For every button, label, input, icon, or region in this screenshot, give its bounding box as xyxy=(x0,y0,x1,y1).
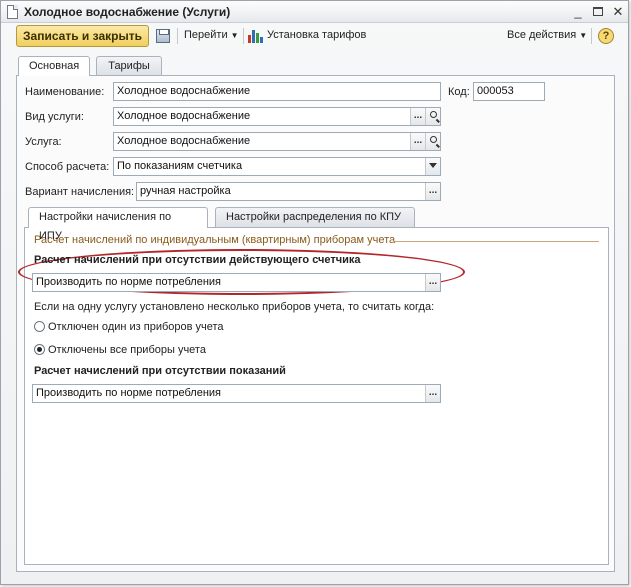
radio-one-meter-off[interactable] xyxy=(34,321,45,332)
search-icon[interactable] xyxy=(425,108,440,125)
ellipsis-icon[interactable] xyxy=(425,183,440,200)
code-label: Код: xyxy=(448,86,470,98)
code-field[interactable]: 000053 xyxy=(473,82,545,101)
toolbar-separator xyxy=(591,28,592,44)
tab-kpu-distribution[interactable]: Настройки распределения по КПУ xyxy=(215,207,415,227)
no-meter-field[interactable]: Производить по норме потребления xyxy=(32,273,441,292)
name-label: Наименование: xyxy=(25,86,105,98)
chart-icon xyxy=(248,29,263,43)
group-divider xyxy=(393,241,599,242)
ellipsis-icon[interactable] xyxy=(425,385,440,402)
dropdown-arrow-icon[interactable] xyxy=(425,158,440,175)
chevron-down-icon: ▼ xyxy=(230,31,239,40)
tab-ipu-settings[interactable]: Настройки начисления по ИПУ xyxy=(28,207,208,242)
service-type-field[interactable]: Холодное водоснабжение xyxy=(113,107,441,126)
ipu-group-title: Расчет начислений по индивидуальным (ква… xyxy=(34,234,396,246)
service-type-select-button[interactable] xyxy=(410,108,425,125)
document-icon xyxy=(7,5,18,19)
toolbar: Записать и закрыть Перейти ▼ Установка та… xyxy=(1,23,628,49)
radio-all-meters-off[interactable] xyxy=(34,344,45,355)
help-icon[interactable]: ? xyxy=(598,28,614,44)
maximize-icon xyxy=(593,7,603,16)
service-field[interactable]: Холодное водоснабжение xyxy=(113,132,441,151)
service-value: Холодное водоснабжение xyxy=(117,135,251,147)
calc-method-label: Способ расчета: xyxy=(25,161,110,173)
name-field[interactable]: Холодное водоснабжение xyxy=(113,82,441,101)
calc-method-select[interactable]: По показаниям счетчика xyxy=(113,157,441,176)
minimize-button[interactable]: _ xyxy=(571,5,585,19)
all-actions-menu[interactable]: Все действия ▼ xyxy=(507,29,587,41)
toolbar-separator xyxy=(177,28,178,44)
code-value: 000053 xyxy=(477,85,514,97)
chevron-down-icon: ▼ xyxy=(579,31,588,40)
main-tabs: Основная Тарифы xyxy=(1,56,628,76)
tab-main[interactable]: Основная xyxy=(18,56,90,76)
maximize-button[interactable] xyxy=(591,5,605,19)
accrual-variant-label: Вариант начисления: xyxy=(25,186,135,198)
service-label: Услуга: xyxy=(25,136,62,148)
save-icon[interactable] xyxy=(156,29,170,43)
no-meter-value: Производить по норме потребления xyxy=(36,276,221,288)
name-value: Холодное водоснабжение xyxy=(117,85,251,97)
ellipsis-icon[interactable] xyxy=(425,274,440,291)
no-meter-heading: Расчет начислений при отсутствии действу… xyxy=(34,254,361,266)
close-button[interactable]: ✕ xyxy=(611,5,625,19)
no-readings-field[interactable]: Производить по норме потребления xyxy=(32,384,441,403)
no-readings-heading: Расчет начислений при отсутствии показан… xyxy=(34,365,286,377)
no-readings-value: Производить по норме потребления xyxy=(36,387,221,399)
service-type-label: Вид услуги: xyxy=(25,111,84,123)
goto-label: Перейти xyxy=(184,29,228,41)
all-actions-label: Все действия xyxy=(507,29,577,41)
service-select-button[interactable] xyxy=(410,133,425,150)
radio-all-meters-off-label[interactable]: Отключены все приборы учета xyxy=(48,344,206,356)
multi-meter-question: Если на одну услугу установлено нескольк… xyxy=(34,301,435,313)
title-bar: Холодное водоснабжение (Услуги) _ ✕ xyxy=(1,1,628,23)
goto-menu[interactable]: Перейти ▼ xyxy=(184,29,239,41)
service-window: Холодное водоснабжение (Услуги) _ ✕ Запи… xyxy=(0,0,629,585)
radio-one-meter-off-label[interactable]: Отключен один из приборов учета xyxy=(48,321,224,333)
save-and-close-button[interactable]: Записать и закрыть xyxy=(16,25,149,47)
tariffs-setup-button[interactable]: Установка тарифов xyxy=(267,29,366,41)
accrual-variant-field[interactable]: ручная настройка xyxy=(136,182,441,201)
window-title: Холодное водоснабжение (Услуги) xyxy=(24,5,231,19)
calc-method-value: По показаниям счетчика xyxy=(117,160,243,172)
search-icon[interactable] xyxy=(425,133,440,150)
service-type-value: Холодное водоснабжение xyxy=(117,110,251,122)
toolbar-separator xyxy=(243,28,244,44)
accrual-variant-value: ручная настройка xyxy=(140,185,231,197)
tab-tariffs[interactable]: Тарифы xyxy=(96,56,162,75)
